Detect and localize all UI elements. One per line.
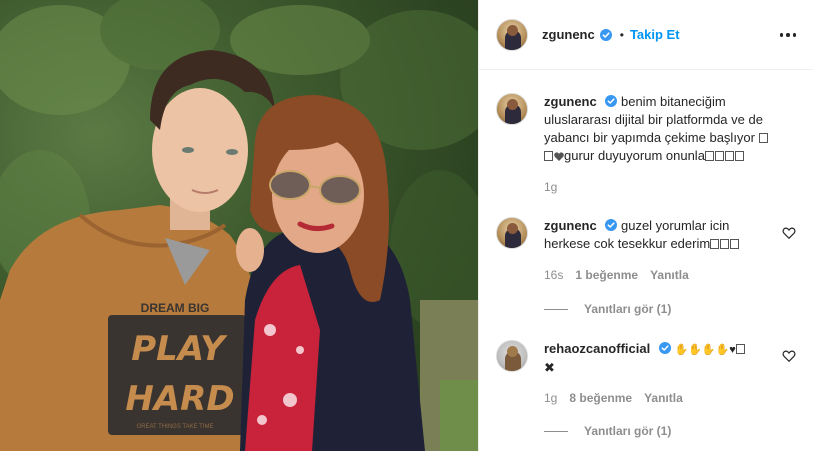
- shirt-text-main1: PLAY: [131, 329, 228, 369]
- emoji-placeholder-icon: [710, 239, 720, 249]
- verified-badge-icon: [605, 219, 618, 231]
- photo-illustration: DREAM BIG PLAY HARD GREAT THINGS TAKE TI…: [0, 0, 478, 451]
- comment-username[interactable]: zgunenc: [544, 218, 597, 233]
- verified-badge-icon: [658, 342, 671, 354]
- emoji-placeholder-icon: [734, 151, 744, 161]
- shirt-text-main2: HARD: [125, 379, 234, 419]
- comment-likes[interactable]: 8 beğenme: [569, 391, 632, 405]
- shirt-text-top: DREAM BIG: [141, 301, 210, 315]
- verified-badge-icon: [599, 28, 612, 41]
- header-separator: •: [619, 27, 624, 42]
- emoji-placeholder-icon: [730, 239, 740, 249]
- grey-heart-emoji-icon: [554, 152, 564, 161]
- comment-time[interactable]: 16s: [544, 268, 563, 282]
- emoji-placeholder-icon: [714, 151, 724, 161]
- reply-button[interactable]: Yanıtla: [644, 391, 683, 405]
- caption-body: zgunenc benim bitaneciğim uluslararası d…: [544, 93, 774, 165]
- comment-avatar[interactable]: [496, 340, 528, 372]
- comment-meta: 1g 8 beğenme Yanıtla: [544, 391, 683, 405]
- follow-button[interactable]: Takip Et: [630, 27, 680, 42]
- comment-body: rehaozcanofficial ✋✋✋✋♥ ✖: [544, 340, 774, 377]
- post-sidebar: zgunenc • Takip Et zgunenc benim bitanec…: [478, 0, 813, 451]
- view-replies-button[interactable]: Yanıtları gör (1): [544, 302, 671, 316]
- emoji-placeholder-icon: [758, 133, 768, 143]
- comment-username[interactable]: rehaozcanofficial: [544, 341, 650, 356]
- shirt-text-small: GREAT THINGS TAKE TIME: [136, 424, 213, 430]
- heart-icon[interactable]: [782, 349, 796, 363]
- reply-button[interactable]: Yanıtla: [650, 268, 689, 282]
- post-header: zgunenc • Takip Et: [479, 0, 813, 70]
- post-photo[interactable]: DREAM BIG PLAY HARD GREAT THINGS TAKE TI…: [0, 0, 478, 451]
- author-avatar[interactable]: [496, 18, 528, 51]
- caption-time[interactable]: 1g: [544, 180, 557, 194]
- emoji-placeholder-icon: [544, 151, 553, 161]
- caption-text-2: gurur duyuyorum onunla: [564, 148, 705, 163]
- more-options-icon[interactable]: [778, 25, 798, 45]
- comment-likes[interactable]: 1 beğenme: [575, 268, 638, 282]
- view-replies-label: Yanıtları gör (1): [584, 302, 672, 316]
- view-replies-label: Yanıtları gör (1): [584, 424, 672, 438]
- emoji-placeholder-icon: [724, 151, 734, 161]
- author-username[interactable]: zgunenc: [542, 27, 595, 42]
- caption-username[interactable]: zgunenc: [544, 94, 597, 109]
- verified-badge-icon: [605, 95, 618, 107]
- comment-time[interactable]: 1g: [544, 391, 557, 405]
- view-replies-button[interactable]: Yanıtları gör (1): [544, 424, 671, 438]
- comment-avatar[interactable]: [496, 217, 528, 249]
- emoji-placeholder-icon: [735, 344, 745, 354]
- comment-text: ✖: [544, 360, 555, 375]
- comment-body: zgunenc guzel yorumlar icin herkese cok …: [544, 217, 774, 253]
- emoji-placeholder-icon: [720, 239, 730, 249]
- caption-meta: 1g: [544, 180, 557, 194]
- comment-meta: 16s 1 beğenme Yanıtla: [544, 268, 689, 282]
- heart-icon[interactable]: [782, 226, 796, 240]
- emoji-placeholder-icon: [704, 151, 714, 161]
- caption-avatar[interactable]: [496, 93, 528, 125]
- raised-hands-emoji-icon: ✋✋✋✋: [674, 344, 730, 356]
- post-viewer: DREAM BIG PLAY HARD GREAT THINGS TAKE TI…: [0, 0, 813, 451]
